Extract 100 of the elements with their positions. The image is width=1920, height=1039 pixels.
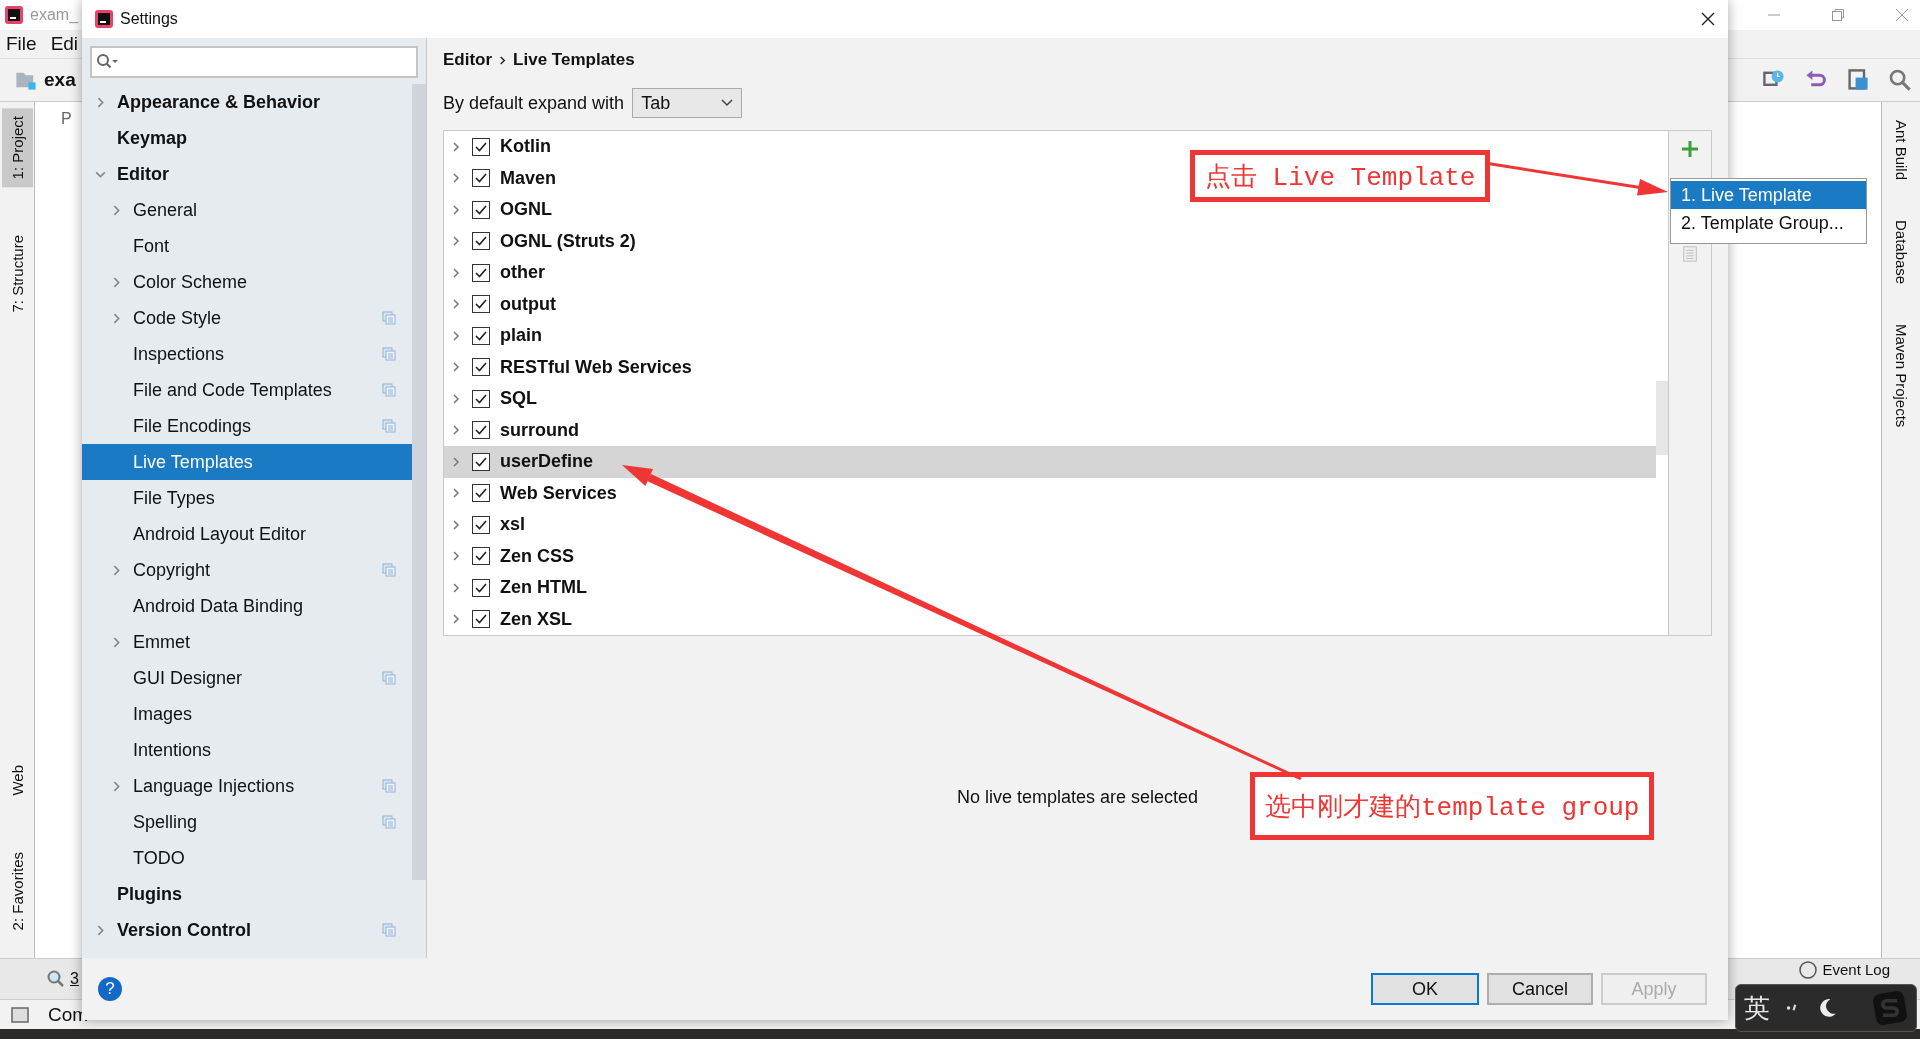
- template-group-row[interactable]: RESTful Web Services: [444, 351, 700, 383]
- chevron-right-icon[interactable]: [450, 266, 462, 279]
- tool-window-tab[interactable]: 2: Favorites: [1, 843, 33, 938]
- sidebar-item[interactable]: Appearance & Behavior: [82, 84, 412, 120]
- tool-window-tab[interactable]: Web: [1, 757, 33, 804]
- sidebar-item[interactable]: Images: [82, 696, 412, 732]
- template-group-row[interactable]: OGNL: [444, 194, 560, 226]
- chevron-right-icon[interactable]: [450, 392, 462, 405]
- sidebar-item[interactable]: GUI Designer: [82, 660, 412, 696]
- template-group-row[interactable]: Zen HTML: [444, 572, 595, 604]
- sidebar-item[interactable]: Inspections: [82, 336, 412, 372]
- checkbox[interactable]: [472, 169, 490, 188]
- template-group-row[interactable]: Maven: [444, 162, 565, 194]
- checkbox[interactable]: [472, 421, 490, 440]
- chevron-right-icon[interactable]: [450, 581, 462, 594]
- template-group-row[interactable]: Zen XSL: [444, 603, 580, 635]
- sidebar-item[interactable]: Android Layout Editor: [82, 516, 412, 552]
- help-button[interactable]: ?: [98, 977, 122, 1001]
- checkbox[interactable]: [472, 389, 490, 408]
- panel-tab[interactable]: P: [35, 110, 72, 127]
- checkbox[interactable]: [472, 578, 490, 597]
- chevron-right-icon[interactable]: [450, 235, 462, 248]
- sidebar-item[interactable]: Version Control: [82, 912, 412, 948]
- tool-window-tab[interactable]: 7: Structure: [1, 227, 33, 321]
- tool-window-tab[interactable]: Ant Build: [1892, 120, 1910, 181]
- template-group-row[interactable]: SQL: [444, 383, 545, 415]
- template-group-row[interactable]: xsl: [444, 509, 534, 541]
- checkbox[interactable]: [472, 295, 490, 314]
- sidebar-item[interactable]: Keymap: [82, 120, 412, 156]
- menu-item[interactable]: 2. Template Group...: [1671, 209, 1866, 237]
- expand-dropdown[interactable]: Tab: [632, 88, 743, 118]
- tool-window-tab[interactable]: Database: [1892, 220, 1910, 285]
- template-group-row[interactable]: Kotlin: [444, 131, 559, 163]
- close-icon[interactable]: [1700, 11, 1716, 27]
- search-field[interactable]: [90, 46, 418, 78]
- chevron-right-icon[interactable]: [450, 140, 462, 153]
- sidebar-item[interactable]: Language Injections: [82, 768, 412, 804]
- sidebar-item[interactable]: Intentions: [82, 732, 412, 768]
- restore-icon[interactable]: [1830, 7, 1846, 23]
- search-icon[interactable]: [46, 969, 66, 989]
- event-log-icon[interactable]: [1798, 960, 1819, 980]
- chevron-right-icon[interactable]: [450, 455, 462, 468]
- checkbox[interactable]: [472, 263, 490, 282]
- checkbox[interactable]: [472, 452, 490, 471]
- chevron-right-icon[interactable]: [450, 298, 462, 311]
- sidebar-item[interactable]: Font: [82, 228, 412, 264]
- sidebar-item[interactable]: File and Code Templates: [82, 372, 412, 408]
- sidebar-item[interactable]: General: [82, 192, 412, 228]
- sidebar-item[interactable]: File Types: [82, 480, 412, 516]
- input-mode[interactable]: 英: [1744, 990, 1770, 1026]
- chevron-right-icon[interactable]: [450, 550, 462, 563]
- chevron-right-icon[interactable]: [450, 518, 462, 531]
- chevron-right-icon[interactable]: [450, 361, 462, 374]
- sidebar-item[interactable]: Android Data Binding: [82, 588, 412, 624]
- checkbox[interactable]: [472, 547, 490, 566]
- sidebar-item[interactable]: Plugins: [82, 876, 412, 912]
- search-icon[interactable]: [1888, 68, 1912, 92]
- sidebar-item[interactable]: Copyright: [82, 552, 412, 588]
- template-group-row[interactable]: Web Services: [444, 477, 625, 509]
- checkbox[interactable]: [472, 200, 490, 219]
- checkbox[interactable]: [472, 358, 490, 377]
- scrollbar[interactable]: [1656, 381, 1668, 455]
- chevron-right-icon[interactable]: [450, 172, 462, 185]
- chevron-right-icon[interactable]: [450, 424, 462, 437]
- dialog-button[interactable]: OK: [1371, 973, 1479, 1005]
- checkbox[interactable]: [472, 137, 490, 156]
- sidebar-item[interactable]: Emmet: [82, 624, 412, 660]
- sidebar-item[interactable]: File Encodings: [82, 408, 412, 444]
- chevron-right-icon[interactable]: [450, 329, 462, 342]
- template-group-row[interactable]: plain: [444, 320, 550, 352]
- template-group-row[interactable]: Zen CSS: [444, 540, 582, 572]
- panel-toggle-icon[interactable]: [10, 1004, 30, 1025]
- sidebar-item[interactable]: Code Style: [82, 300, 412, 336]
- checkbox[interactable]: [472, 232, 490, 251]
- template-group-row[interactable]: surround: [444, 414, 587, 446]
- checkbox[interactable]: [472, 326, 490, 345]
- template-group-row[interactable]: userDefine: [444, 446, 1656, 478]
- tool-window-tab[interactable]: Maven Projects: [1892, 324, 1910, 428]
- tool-window-tab[interactable]: Event Log: [1822, 961, 1890, 979]
- checkbox[interactable]: [472, 610, 490, 629]
- sidebar-item[interactable]: Spelling: [82, 804, 412, 840]
- add-icon[interactable]: [1680, 139, 1700, 159]
- tool-window-tab[interactable]: 3: [70, 970, 79, 988]
- menu-item[interactable]: Edi: [50, 33, 79, 55]
- project-name[interactable]: exa: [44, 69, 76, 91]
- scrollbar[interactable]: [412, 84, 426, 880]
- menu-item[interactable]: File: [6, 33, 37, 55]
- chevron-right-icon[interactable]: [450, 613, 462, 626]
- grid-icon[interactable]: [1846, 68, 1870, 92]
- tool-window-tab[interactable]: 1: Project: [1, 108, 33, 188]
- checkbox[interactable]: [472, 515, 490, 534]
- sidebar-item[interactable]: Live Templates: [82, 444, 412, 480]
- template-group-row[interactable]: output: [444, 288, 564, 320]
- template-group-row[interactable]: OGNL (Struts 2): [444, 225, 644, 257]
- sidebar-item[interactable]: TODO: [82, 840, 412, 876]
- sidebar-item[interactable]: Editor: [82, 156, 412, 192]
- template-group-row[interactable]: other: [444, 257, 553, 289]
- chevron-right-icon[interactable]: [450, 203, 462, 216]
- sidebar-item[interactable]: Color Scheme: [82, 264, 412, 300]
- dialog-button[interactable]: Cancel: [1487, 973, 1593, 1005]
